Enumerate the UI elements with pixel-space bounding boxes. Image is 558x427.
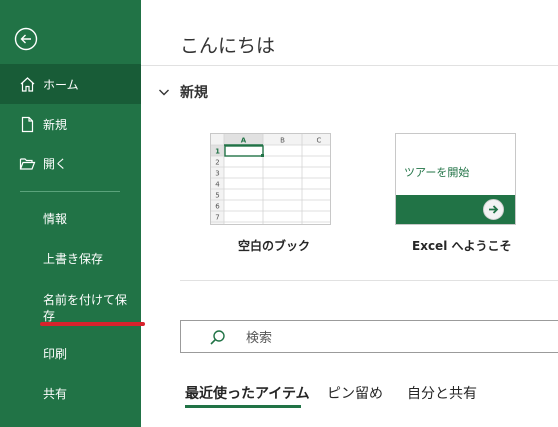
arrow-right-icon: [483, 199, 504, 220]
row-header: 6: [215, 203, 220, 211]
sidebar-item-label: 新規: [43, 117, 68, 132]
column-header-b: B: [280, 137, 285, 145]
open-folder-icon: [19, 155, 36, 172]
sidebar-item-save[interactable]: 上書き保存: [43, 251, 103, 267]
sidebar-item-new[interactable]: 新規: [0, 104, 141, 144]
main-panel: こんにちは 新規 A B C 1 2 3 4 5 6 7 空白のブック ツアーを…: [141, 0, 558, 427]
welcome-tour-tile[interactable]: ツアーを開始: [395, 133, 516, 225]
new-section-header[interactable]: 新規: [158, 82, 208, 102]
new-document-icon: [19, 116, 36, 133]
spreadsheet-grid-thumbnail: A B C 1 2 3 4 5 6 7: [211, 134, 330, 224]
search-box[interactable]: [180, 320, 558, 353]
row-header: 1: [215, 148, 220, 156]
column-header-c: C: [317, 137, 322, 145]
annotation-underline: [40, 322, 145, 326]
row-header: 5: [215, 192, 219, 200]
section-title: 新規: [180, 85, 208, 101]
sidebar-item-info[interactable]: 情報: [43, 211, 67, 227]
search-icon: [209, 329, 226, 346]
sidebar-item-label: 開く: [43, 156, 68, 171]
search-input[interactable]: [244, 327, 548, 349]
sidebar-item-open[interactable]: 開く: [0, 143, 141, 183]
page-title: こんにちは: [180, 35, 276, 57]
header-divider: [141, 65, 558, 66]
sidebar-item-home[interactable]: ホーム: [0, 64, 141, 104]
row-header: 3: [215, 170, 219, 178]
tab-shared-with-me[interactable]: 自分と共有: [407, 383, 477, 403]
tab-recent[interactable]: 最近使ったアイテム: [185, 383, 310, 403]
blank-workbook-label[interactable]: 空白のブック: [238, 237, 310, 254]
back-arrow-icon[interactable]: [14, 27, 38, 51]
sidebar-item-label: ホーム: [43, 77, 79, 92]
tab-pinned[interactable]: ピン留め: [327, 383, 383, 403]
row-header: 4: [215, 181, 220, 189]
row-header: 2: [215, 159, 219, 167]
sidebar-divider: [20, 191, 120, 192]
home-icon: [19, 76, 36, 93]
backstage-sidebar: ホーム 新規 開く 情報 上書き保存 名前を付けて保存 印刷 共有: [0, 0, 141, 427]
tour-start-text: ツアーを開始: [404, 166, 470, 179]
row-header: 7: [215, 214, 219, 222]
active-tab-indicator: [185, 405, 301, 408]
column-header-a: A: [241, 137, 247, 145]
blank-workbook-tile[interactable]: A B C 1 2 3 4 5 6 7: [210, 133, 331, 225]
sidebar-item-save-as[interactable]: 名前を付けて保存: [43, 292, 133, 324]
sidebar-item-print[interactable]: 印刷: [43, 346, 67, 362]
chevron-down-icon: [158, 86, 170, 98]
welcome-tour-label[interactable]: Excel へようこそ: [412, 237, 511, 254]
sidebar-item-share[interactable]: 共有: [43, 386, 67, 402]
section-divider: [180, 280, 558, 281]
